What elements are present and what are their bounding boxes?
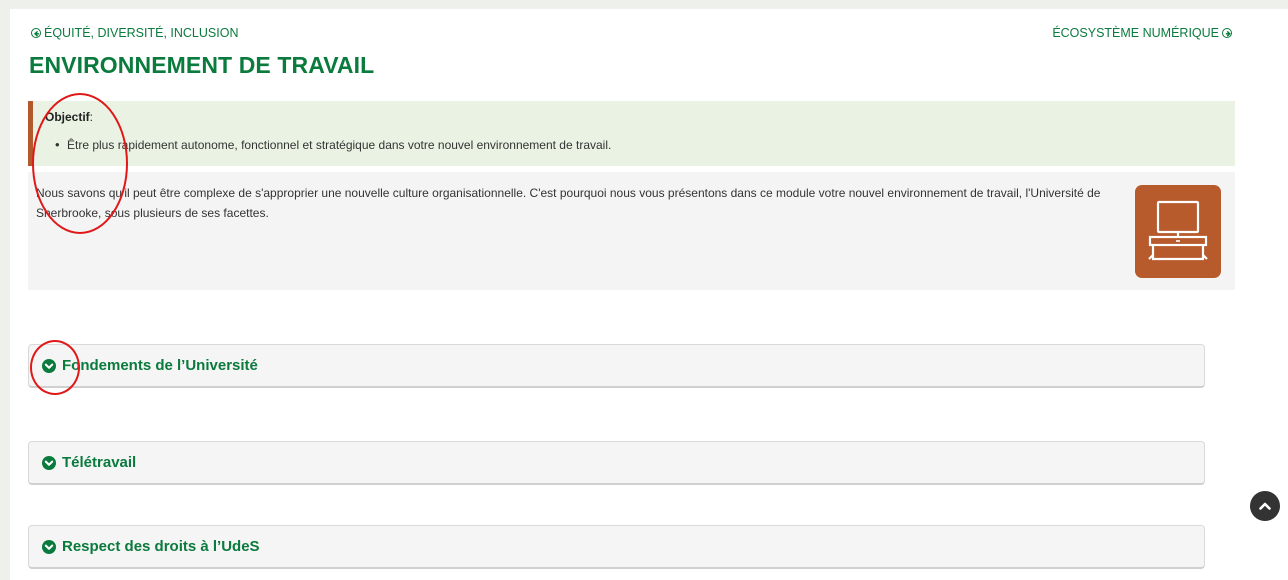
scroll-to-top-button[interactable] [1250,491,1280,521]
next-module-label: ÉCOSYSTÈME NUMÉRIQUE [1052,26,1219,40]
chevron-up-icon [1259,502,1271,510]
objective-item: Être plus rapidement autonome, fonctionn… [55,137,1223,152]
chevron-down-circle-icon [42,455,56,470]
accordion-label: Fondements de l’Université [62,357,258,374]
next-module-link[interactable]: ÉCOSYSTÈME NUMÉRIQUE [1052,26,1232,40]
previous-module-label: ÉQUITÉ, DIVERSITÉ, INCLUSION [44,26,239,40]
accordion-label: Télétravail [62,454,137,471]
arrow-left-circle-icon [31,28,41,38]
desk-monitor-icon [1135,185,1221,278]
page-container: ÉQUITÉ, DIVERSITÉ, INCLUSION ÉCOSYSTÈME … [10,9,1288,580]
page-title: ENVIRONNEMENT DE TRAVAIL [29,52,375,78]
chevron-down-circle-icon [42,539,56,554]
objective-list: Être plus rapidement autonome, fonctionn… [45,137,1223,152]
previous-module-link[interactable]: ÉQUITÉ, DIVERSITÉ, INCLUSION [31,26,238,40]
intro-panel: Nous savons qu'il peut être complexe de … [28,172,1235,290]
intro-text: Nous savons qu'il peut être complexe de … [36,186,1101,220]
arrow-right-circle-icon [1222,28,1232,38]
objective-label: Objectif: [45,110,94,124]
accordion-respect-droits[interactable]: Respect des droits à l’UdeS [28,525,1205,569]
chevron-down-circle-icon [42,358,56,373]
accordion-teletravail[interactable]: Télétravail [28,441,1205,485]
accordion-label: Respect des droits à l’UdeS [62,538,260,555]
module-navigation: ÉQUITÉ, DIVERSITÉ, INCLUSION ÉCOSYSTÈME … [31,26,1232,42]
accordion-fondements[interactable]: Fondements de l’Université [28,344,1205,388]
objective-box: Objectif: Être plus rapidement autonome,… [28,101,1235,166]
